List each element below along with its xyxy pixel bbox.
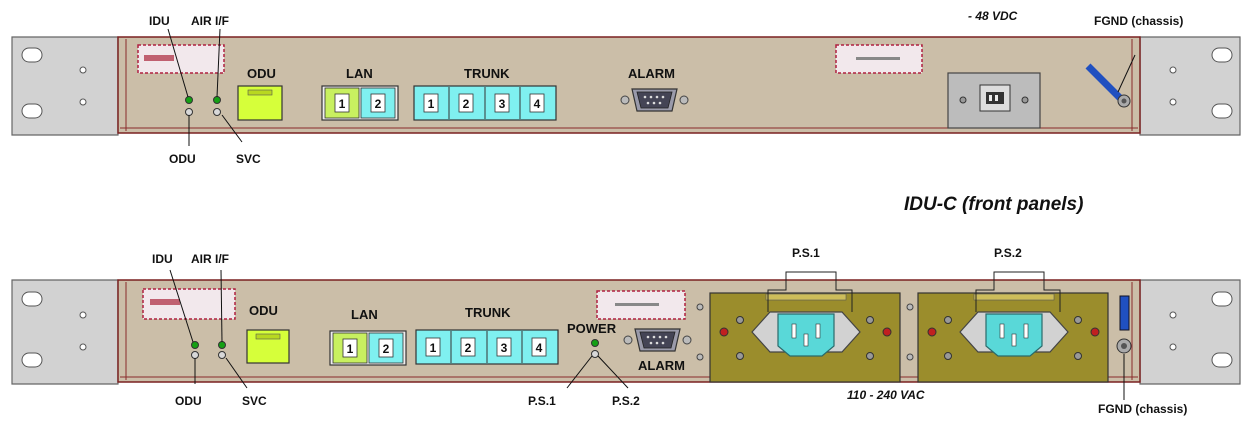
trunk-port-1-num: 1	[428, 97, 435, 111]
air-if-label-ac: AIR I/F	[191, 252, 229, 266]
trunk-label-ac: TRUNK	[465, 305, 511, 320]
trunk-port-3-num: 3	[499, 97, 506, 111]
lan-port-1-num-ac: 1	[347, 342, 354, 356]
ps2-led	[591, 350, 599, 358]
dc-voltage-label: - 48 VDC	[968, 9, 1018, 23]
trunk-port-1-num-ac: 1	[430, 341, 437, 355]
air-if-led-ac	[218, 341, 226, 349]
odu-led	[185, 108, 193, 116]
lan-label-ac: LAN	[351, 307, 378, 322]
ps2-label: P.S.2	[994, 246, 1022, 260]
air-if-led	[213, 96, 221, 104]
air-if-label: AIR I/F	[191, 14, 229, 28]
alarm-label-ac: ALARM	[638, 358, 685, 373]
idu-label-ac: IDU	[152, 252, 173, 266]
svc-led-label-ac: SVC	[242, 394, 267, 408]
svc-led	[213, 108, 221, 116]
odu-port-label: ODU	[247, 66, 276, 81]
ps1-led	[591, 339, 599, 347]
odu-led-ac	[191, 351, 199, 359]
dc-unit: 1 2 1 2 3 4 IDU AIR I/F ODU LAN TRUNK AL…	[11, 9, 1241, 166]
logo-mark-ac	[150, 299, 180, 305]
ac-unit: 1 2 1 2 3 4 IDU AIR I/F ODU LAN TRUNK PO…	[11, 246, 1241, 416]
fgnd-label-ac: FGND (chassis)	[1098, 402, 1187, 416]
left-rack-ear-ac	[11, 279, 119, 385]
dc-power-inlet	[947, 72, 1041, 129]
logo-mark	[144, 55, 174, 61]
front-panels-diagram: 1 2 1 2 3 4 IDU AIR I/F ODU LAN TRUNK AL…	[0, 0, 1248, 420]
right-rack-ear	[1139, 36, 1241, 136]
ps1-led-label: P.S.1	[528, 394, 556, 408]
left-rack-ear	[11, 36, 119, 136]
fgnd-label: FGND (chassis)	[1094, 14, 1183, 28]
lan-port-2-num-ac: 2	[383, 342, 390, 356]
ac-voltage-label: 110 - 240 VAC	[847, 388, 925, 402]
lan-port-1-num: 1	[339, 97, 346, 111]
power-label: POWER	[567, 321, 617, 336]
right-rack-ear-ac	[1139, 279, 1241, 385]
ps1-label: P.S.1	[792, 246, 820, 260]
svc-led-ac	[218, 351, 226, 359]
psu-2	[917, 292, 1109, 383]
psu-1	[709, 292, 901, 383]
diagram-title: IDU-C (front panels)	[904, 194, 1083, 215]
trunk-port-3-num-ac: 3	[501, 341, 508, 355]
odu-port-label-ac: ODU	[249, 303, 278, 318]
trunk-label: TRUNK	[464, 66, 510, 81]
trunk-port-4-num: 4	[534, 97, 541, 111]
odu-led-label: ODU	[169, 152, 196, 166]
idu-label: IDU	[149, 14, 170, 28]
trunk-port-2-num-ac: 2	[465, 341, 472, 355]
idu-led-ac	[191, 341, 199, 349]
odu-led-label-ac: ODU	[175, 394, 202, 408]
alarm-label: ALARM	[628, 66, 675, 81]
lan-label: LAN	[346, 66, 373, 81]
diagram-svg: 1 2 1 2 3 4 IDU AIR I/F ODU LAN TRUNK AL…	[11, 9, 1241, 416]
trunk-port-2-num: 2	[463, 97, 470, 111]
svc-led-label: SVC	[236, 152, 261, 166]
idu-led	[185, 96, 193, 104]
lan-port-2-num: 2	[375, 97, 382, 111]
trunk-port-4-num-ac: 4	[536, 341, 543, 355]
ps2-led-label: P.S.2	[612, 394, 640, 408]
